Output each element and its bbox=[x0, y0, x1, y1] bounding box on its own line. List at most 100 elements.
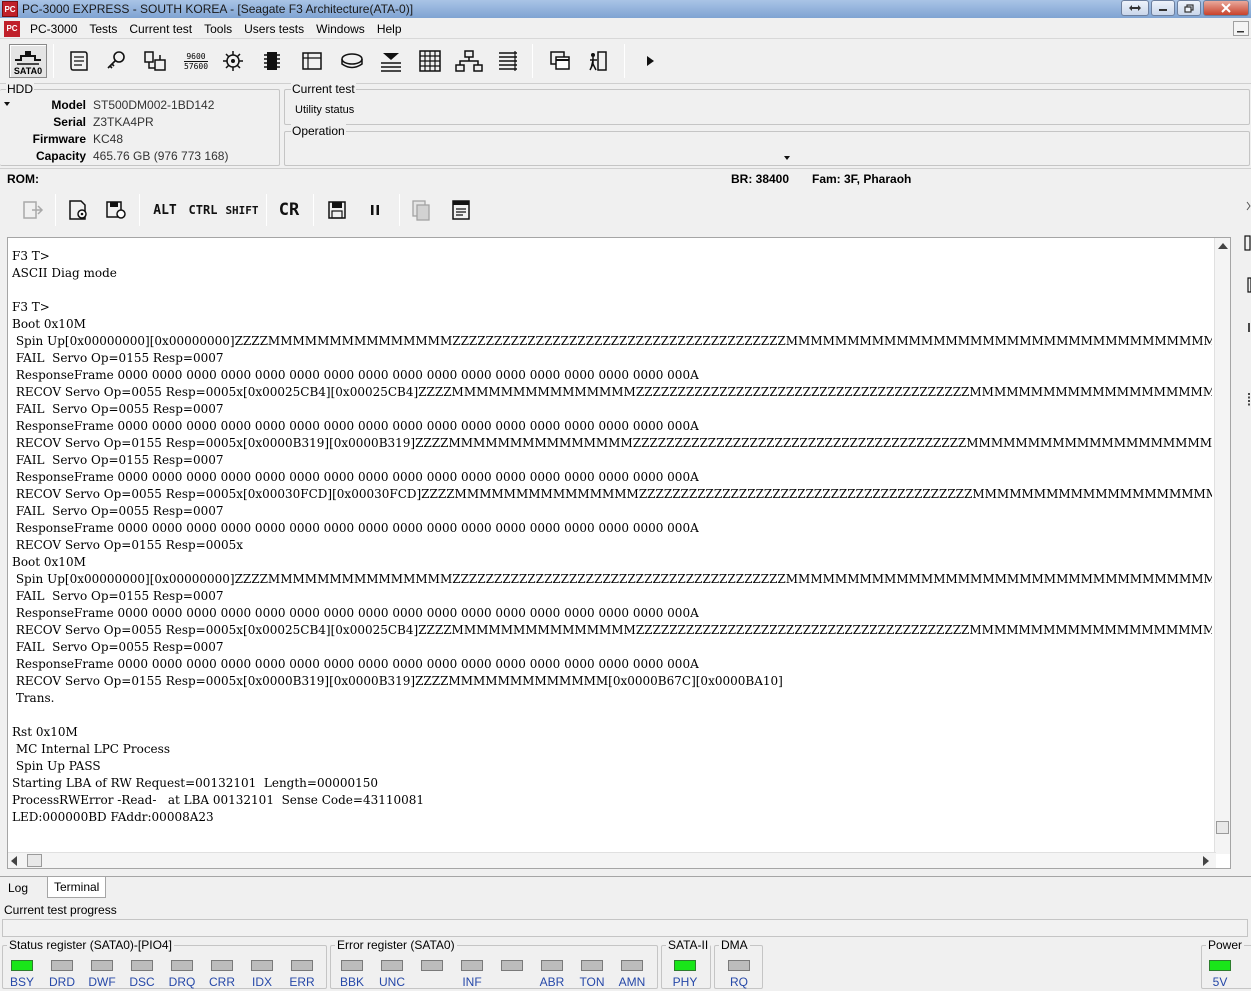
shift-key-button[interactable]: SHIFT bbox=[224, 196, 260, 224]
mdi-minimize-button[interactable] bbox=[1233, 21, 1249, 36]
close-icon bbox=[1221, 3, 1231, 13]
toolbar-separator bbox=[53, 44, 54, 78]
menu-help[interactable]: Help bbox=[371, 22, 408, 36]
close-button[interactable] bbox=[1203, 0, 1249, 16]
drive-info-button[interactable] bbox=[296, 44, 328, 78]
save-script-button[interactable] bbox=[103, 196, 129, 224]
exit-button[interactable] bbox=[582, 44, 614, 78]
save-log-button[interactable] bbox=[324, 196, 350, 224]
led-label: DRD bbox=[49, 975, 75, 989]
menu-pc3000[interactable]: PC-3000 bbox=[24, 22, 83, 36]
terminal-line: F3 T> bbox=[12, 300, 50, 314]
settings-button[interactable] bbox=[217, 44, 249, 78]
terminal-horizontal-scrollbar[interactable] bbox=[8, 852, 1216, 868]
tab-terminal[interactable]: Terminal bbox=[47, 877, 107, 898]
terminal-line: FAIL Servo Op=0055 Resp=0007 bbox=[12, 504, 224, 518]
hdd-serial-row: Serial Z3TKA4PR bbox=[0, 115, 153, 129]
run-button[interactable] bbox=[634, 44, 666, 78]
vertical-scroll-thumb[interactable] bbox=[1216, 821, 1229, 834]
led-indicator: BSY bbox=[4, 960, 40, 989]
load-script-button[interactable] bbox=[66, 196, 92, 224]
disk-button[interactable] bbox=[336, 44, 368, 78]
sata-port-label: SATA0 bbox=[13, 66, 43, 76]
capacity-value: 465.76 GB (976 773 168) bbox=[93, 149, 229, 163]
minimize-button[interactable] bbox=[1151, 0, 1175, 16]
tab-log[interactable]: Log bbox=[2, 877, 34, 898]
maximize-button[interactable] bbox=[1177, 0, 1201, 16]
menu-tools[interactable]: Tools bbox=[198, 22, 238, 36]
led-label: ABR bbox=[539, 975, 565, 989]
copy-button[interactable] bbox=[408, 196, 434, 224]
head-stack-icon bbox=[381, 53, 401, 72]
horizontal-scroll-thumb[interactable] bbox=[27, 854, 42, 867]
connect-button[interactable] bbox=[20, 196, 46, 224]
heads-button[interactable] bbox=[375, 44, 407, 78]
status-register-group: Status register (SATA0)-[PIO4] BSY DRD DWF… bbox=[2, 938, 327, 989]
baud-rate-button[interactable]: 9600 57600 bbox=[180, 44, 212, 78]
baud-top-label: 9600 bbox=[186, 51, 206, 61]
led-indicator: CRR bbox=[204, 960, 240, 989]
chip-button[interactable] bbox=[256, 44, 288, 78]
main-toolbar: SATA0 9600 57600 bbox=[0, 40, 1251, 84]
terminal-line: Trans. bbox=[12, 691, 55, 705]
terminal-line: Boot 0x10M bbox=[12, 317, 86, 331]
key-button[interactable] bbox=[100, 44, 132, 78]
current-test-progress-bar bbox=[2, 919, 1248, 937]
terminal-vertical-scrollbar[interactable] bbox=[1214, 238, 1230, 854]
led-indicator: TON bbox=[574, 960, 610, 989]
power-plug-button[interactable] bbox=[139, 44, 171, 78]
terminal-output[interactable]: F3 T> ASCII Diag mode F3 T> Boot 0x10M Spi… bbox=[7, 237, 1231, 869]
led-label: ERR bbox=[289, 975, 315, 989]
led-label: INF bbox=[462, 975, 482, 989]
log-list-button[interactable] bbox=[492, 44, 524, 78]
carriage-return-button[interactable]: CR bbox=[275, 196, 303, 224]
sata0-port-button[interactable]: SATA0 bbox=[9, 44, 47, 78]
hdd-capacity-row: Capacity 465.76 GB (976 773 168) bbox=[0, 149, 228, 163]
minimize-icon bbox=[1237, 30, 1244, 32]
terminal-line: FAIL Servo Op=0155 Resp=0007 bbox=[12, 351, 224, 365]
operation-group bbox=[284, 131, 1250, 166]
restore-window-button[interactable] bbox=[1121, 0, 1149, 16]
alt-key-button[interactable]: ALT bbox=[150, 196, 180, 224]
led-label: BBK bbox=[339, 975, 364, 989]
windows-button[interactable] bbox=[544, 44, 576, 78]
script-button[interactable] bbox=[62, 44, 94, 78]
menu-tests[interactable]: Tests bbox=[83, 22, 123, 36]
terminal-line: RECOV Servo Op=0155 Resp=0005x[0x0000B31… bbox=[12, 674, 783, 688]
dropdown-arrow-icon[interactable] bbox=[784, 156, 790, 160]
led-indicator: INF bbox=[454, 960, 490, 989]
terminal-settings-button[interactable] bbox=[448, 196, 474, 224]
family-status: Fam: 3F, Pharaoh bbox=[812, 172, 912, 186]
table-button[interactable] bbox=[414, 44, 446, 78]
scroll-left-icon[interactable] bbox=[11, 856, 17, 866]
terminal-line: LED:000000BD FAddr:00008A23 bbox=[12, 810, 214, 824]
ctrl-key-button[interactable]: CTRL bbox=[187, 196, 219, 224]
led-indicator bbox=[414, 960, 450, 989]
led-label: IDX bbox=[251, 975, 272, 989]
mdi-child-icon[interactable]: PC bbox=[4, 20, 20, 37]
modules-button[interactable] bbox=[453, 44, 485, 78]
scroll-up-icon[interactable] bbox=[1218, 243, 1228, 249]
resize-arrows-icon bbox=[1129, 5, 1141, 11]
terminal-line: ResponseFrame 0000 0000 0000 0000 0000 0… bbox=[12, 470, 699, 484]
pause-button[interactable] bbox=[362, 196, 388, 224]
floppy-icon bbox=[328, 201, 346, 219]
status-register-title: Status register (SATA0)-[PIO4] bbox=[7, 938, 174, 952]
led-light bbox=[251, 960, 273, 971]
led-indicator: DSC bbox=[124, 960, 160, 989]
pause-icon bbox=[371, 205, 379, 215]
scroll-right-icon[interactable] bbox=[1203, 856, 1209, 866]
led-light bbox=[11, 960, 33, 971]
menu-windows[interactable]: Windows bbox=[310, 22, 371, 36]
menu-users-tests[interactable]: Users tests bbox=[238, 22, 310, 36]
terminal-line: FAIL Servo Op=0055 Resp=0007 bbox=[12, 402, 224, 416]
led-label: TON bbox=[579, 975, 605, 989]
terminal-window-icon bbox=[452, 200, 470, 220]
toolbar-separator bbox=[139, 194, 140, 226]
menu-current-test[interactable]: Current test bbox=[123, 22, 198, 36]
title-bar[interactable]: PC PC-3000 EXPRESS - SOUTH KOREA - [Seag… bbox=[0, 0, 1251, 18]
app-icon[interactable]: PC bbox=[2, 1, 18, 17]
model-value: ST500DM002-1BD142 bbox=[93, 98, 215, 112]
terminal-text: F3 T> ASCII Diag mode F3 T> Boot 0x10M Spi… bbox=[12, 248, 1212, 826]
led-indicator: DWF bbox=[84, 960, 120, 989]
